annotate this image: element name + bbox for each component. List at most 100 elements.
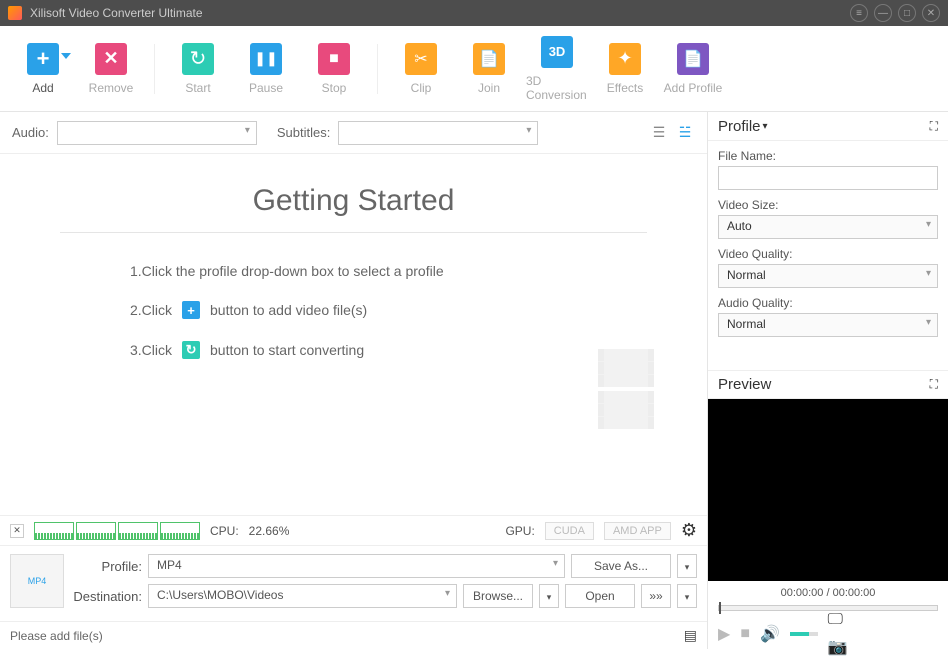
- getting-started-heading: Getting Started: [60, 184, 647, 218]
- step1-text: 1.Click the profile drop-down box to sel…: [130, 263, 444, 279]
- effects-label: Effects: [607, 81, 643, 95]
- videosize-select[interactable]: Auto: [718, 215, 938, 239]
- add-profile-icon: [677, 43, 709, 75]
- aquality-select[interactable]: Normal: [718, 313, 938, 337]
- toolbar-separator: [154, 44, 155, 94]
- format-thumbnail[interactable]: MP4: [10, 554, 64, 608]
- subtitles-select[interactable]: [338, 121, 538, 145]
- audio-label: Audio:: [12, 125, 49, 140]
- audio-subtitle-bar: Audio: Subtitles: ☰ ☱: [0, 112, 707, 154]
- audio-select[interactable]: [57, 121, 257, 145]
- vquality-select[interactable]: Normal: [718, 264, 938, 288]
- expand-profile-icon[interactable]: ⛶: [930, 119, 938, 134]
- step2-text-b: button to add video file(s): [210, 302, 367, 318]
- browse-dropdown[interactable]: [539, 584, 559, 608]
- pause-label: Pause: [249, 81, 283, 95]
- 3d-icon: 3D: [541, 36, 573, 68]
- format-badge: MP4: [28, 576, 47, 586]
- open-button[interactable]: Open: [565, 584, 635, 608]
- stop-button[interactable]: Stop: [303, 32, 365, 106]
- add-label: Add: [32, 81, 53, 95]
- queue-button[interactable]: »»: [641, 584, 671, 608]
- remove-icon: [95, 43, 127, 75]
- remove-button[interactable]: Remove: [80, 32, 142, 106]
- snapshot-folder-icon[interactable]: 🖵: [828, 611, 938, 629]
- pause-button[interactable]: Pause: [235, 32, 297, 106]
- profile-select[interactable]: MP4: [148, 554, 565, 578]
- minimize-button[interactable]: —: [874, 4, 892, 22]
- videosize-label: Video Size:: [718, 198, 938, 212]
- vquality-label: Video Quality:: [718, 247, 938, 261]
- status-message: Please add file(s): [10, 629, 103, 643]
- join-button[interactable]: Join: [458, 32, 520, 106]
- preview-controls: ▶ ■ 🔊 🖵 📷: [708, 619, 948, 649]
- clip-icon: [405, 43, 437, 75]
- join-icon: [473, 43, 505, 75]
- filename-input[interactable]: [718, 166, 938, 190]
- report-icon[interactable]: ▤: [684, 627, 697, 644]
- preview-panel-header: Preview ⛶: [708, 370, 948, 399]
- save-as-button[interactable]: Save As...: [571, 554, 671, 578]
- filmstrip-icon: [598, 349, 668, 439]
- profile-panel-title: Profile: [718, 118, 761, 135]
- add-icon: [27, 43, 59, 75]
- collapse-perf-button[interactable]: ✕: [10, 524, 24, 538]
- 3d-conversion-button[interactable]: 3D3D Conversion: [526, 32, 588, 106]
- status-bar: Please add file(s) ▤: [0, 621, 707, 649]
- filename-label: File Name:: [718, 149, 938, 163]
- destination-select[interactable]: C:\Users\MOBO\Videos: [148, 584, 457, 608]
- preview-video-area[interactable]: [708, 399, 948, 581]
- settings-icon[interactable]: ⚙: [681, 520, 697, 541]
- step3-text-b: button to start converting: [210, 342, 364, 358]
- clip-label: Clip: [411, 81, 432, 95]
- preview-time: 00:00:00 / 00:00:00: [708, 581, 948, 605]
- menu-button[interactable]: ≡: [850, 4, 868, 22]
- volume-icon[interactable]: 🔊: [760, 624, 780, 644]
- expand-preview-icon[interactable]: ⛶: [930, 377, 938, 392]
- performance-bar: ✕ CPU:22.66% GPU: CUDA AMD APP ⚙: [0, 515, 707, 545]
- start-button[interactable]: Start: [167, 32, 229, 106]
- start-label: Start: [185, 81, 210, 95]
- stop-preview-button[interactable]: ■: [740, 625, 750, 643]
- maximize-button[interactable]: □: [898, 4, 916, 22]
- close-button[interactable]: ✕: [922, 4, 940, 22]
- destination-label: Destination:: [72, 589, 142, 604]
- add-profile-button[interactable]: Add Profile: [662, 32, 724, 106]
- app-title: Xilisoft Video Converter Ultimate: [30, 6, 844, 20]
- title-bar: Xilisoft Video Converter Ultimate ≡ — □ …: [0, 0, 948, 26]
- gpu-label: GPU:: [505, 524, 534, 538]
- start-icon: [182, 43, 214, 75]
- remove-label: Remove: [89, 81, 134, 95]
- seek-slider[interactable]: [718, 605, 938, 611]
- snapshot-icon[interactable]: 📷: [828, 637, 938, 657]
- aquality-label: Audio Quality:: [718, 296, 938, 310]
- stop-label: Stop: [322, 81, 347, 95]
- profile-panel-body: File Name: Video Size: Auto Video Qualit…: [708, 141, 948, 370]
- subtitles-label: Subtitles:: [277, 125, 330, 140]
- step2-text-a: 2.Click: [130, 302, 172, 318]
- app-logo-icon: [8, 6, 22, 20]
- view-list-button[interactable]: ☰: [649, 123, 669, 143]
- volume-slider[interactable]: [790, 632, 818, 636]
- browse-button[interactable]: Browse...: [463, 584, 533, 608]
- step3-text-a: 3.Click: [130, 342, 172, 358]
- effects-button[interactable]: Effects: [594, 32, 656, 106]
- clip-button[interactable]: Clip: [390, 32, 452, 106]
- pause-icon: [250, 43, 282, 75]
- stop-icon: [318, 43, 350, 75]
- getting-started-panel: Getting Started 1.Click the profile drop…: [0, 154, 707, 515]
- cuda-button[interactable]: CUDA: [545, 522, 594, 540]
- cpu-value: 22.66%: [249, 524, 290, 538]
- effects-icon: [609, 43, 641, 75]
- amd-button[interactable]: AMD APP: [604, 522, 671, 540]
- add-profile-label: Add Profile: [664, 81, 723, 95]
- view-detail-button[interactable]: ☱: [675, 123, 695, 143]
- device-dropdown[interactable]: [677, 584, 697, 608]
- dropdown-arrow-icon: [61, 53, 71, 59]
- save-as-dropdown[interactable]: [677, 554, 697, 578]
- profile-label: Profile:: [72, 559, 142, 574]
- divider: [60, 232, 647, 233]
- play-button[interactable]: ▶: [718, 624, 730, 644]
- add-button[interactable]: Add: [12, 32, 74, 106]
- profile-panel-header: Profile▾ ⛶: [708, 112, 948, 141]
